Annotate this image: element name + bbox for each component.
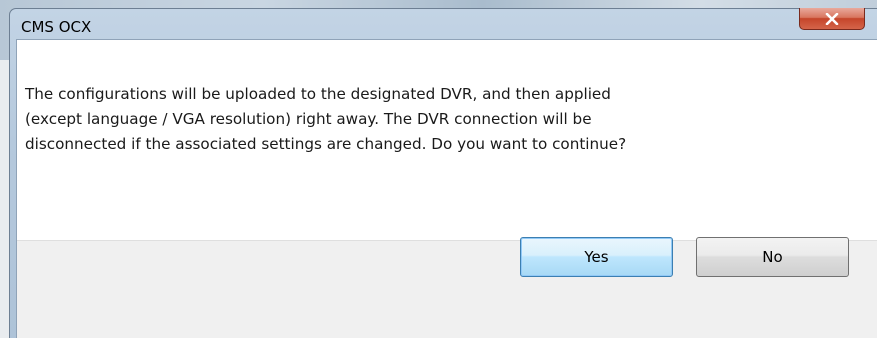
close-icon <box>825 12 839 25</box>
close-button[interactable] <box>799 8 865 30</box>
dialog-window: CMS OCX <box>9 8 877 338</box>
title-bar[interactable]: CMS OCX <box>10 9 877 39</box>
yes-button[interactable]: Yes <box>520 237 673 277</box>
no-button[interactable]: No <box>696 237 849 277</box>
dialog-title: CMS OCX <box>21 18 92 36</box>
dialog-message: The configurations will be uploaded to t… <box>25 85 627 153</box>
